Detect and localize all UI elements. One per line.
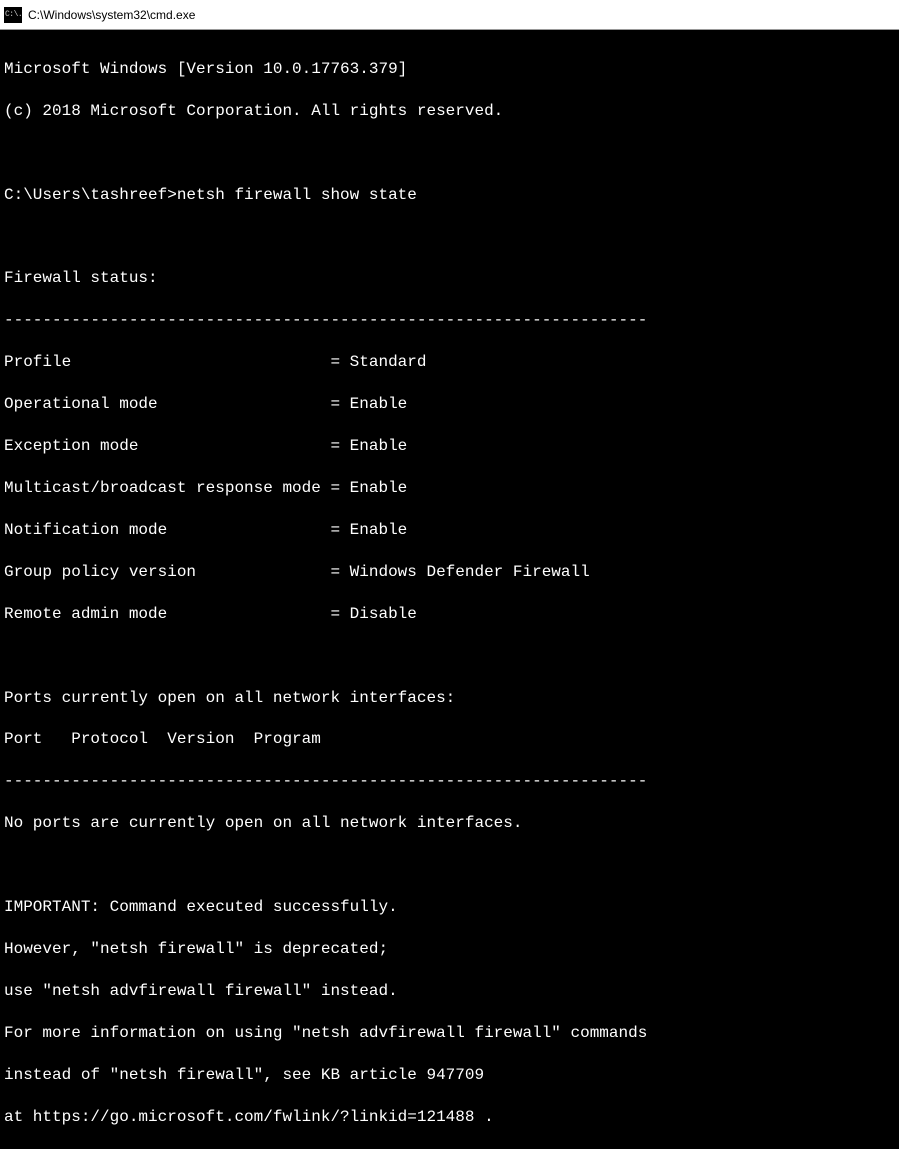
header-copyright: (c) 2018 Microsoft Corporation. All righ… <box>4 101 895 122</box>
notice-line-5: instead of "netsh firewall", see KB arti… <box>4 1065 895 1086</box>
blank-line <box>4 855 895 876</box>
prompt-path: C:\Users\tashreef> <box>4 186 177 204</box>
notice-line-4: For more information on using "netsh adv… <box>4 1023 895 1044</box>
separator: ----------------------------------------… <box>4 310 895 331</box>
status-row-policy: Group policy version = Windows Defender … <box>4 562 895 583</box>
cmd-icon: C:\. <box>4 7 22 23</box>
notice-line-6: at https://go.microsoft.com/fwlink/?link… <box>4 1107 895 1128</box>
cmd-icon-text: C:\. <box>5 10 22 19</box>
window-titlebar[interactable]: C:\. C:\Windows\system32\cmd.exe <box>0 0 899 30</box>
firewall-status-header: Firewall status: <box>4 268 895 289</box>
blank-line <box>4 646 895 667</box>
notice-line-1: IMPORTANT: Command executed successfully… <box>4 897 895 918</box>
blank-line <box>4 227 895 248</box>
status-row-exception: Exception mode = Enable <box>4 436 895 457</box>
status-row-operational: Operational mode = Enable <box>4 394 895 415</box>
prompt-line: C:\Users\tashreef>netsh firewall show st… <box>4 185 895 206</box>
no-ports-message: No ports are currently open on all netwo… <box>4 813 895 834</box>
ports-columns: Port Protocol Version Program <box>4 729 895 750</box>
status-row-notification: Notification mode = Enable <box>4 520 895 541</box>
notice-line-2: However, "netsh firewall" is deprecated; <box>4 939 895 960</box>
prompt-command: netsh firewall show state <box>177 186 417 204</box>
ports-header: Ports currently open on all network inte… <box>4 688 895 709</box>
blank-line <box>4 143 895 164</box>
notice-line-3: use "netsh advfirewall firewall" instead… <box>4 981 895 1002</box>
status-row-multicast: Multicast/broadcast response mode = Enab… <box>4 478 895 499</box>
terminal-content[interactable]: Microsoft Windows [Version 10.0.17763.37… <box>0 30 899 675</box>
separator: ----------------------------------------… <box>4 771 895 792</box>
window-title: C:\Windows\system32\cmd.exe <box>28 8 195 22</box>
status-row-remote-admin: Remote admin mode = Disable <box>4 604 895 625</box>
header-version: Microsoft Windows [Version 10.0.17763.37… <box>4 59 895 80</box>
status-row-profile: Profile = Standard <box>4 352 895 373</box>
